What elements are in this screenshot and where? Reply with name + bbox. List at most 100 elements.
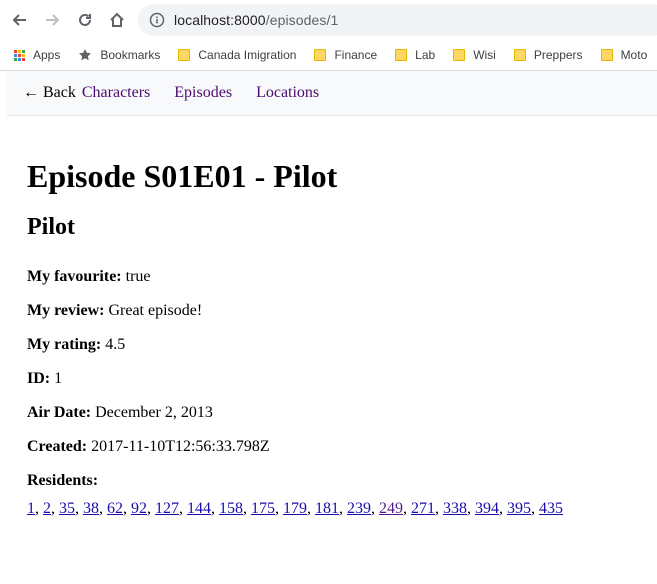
field-label: Residents: [27, 472, 99, 489]
bookmark-label: Canada Imigration [198, 48, 297, 62]
resident-separator: , [123, 500, 131, 517]
field-value: true [125, 268, 151, 285]
info-icon[interactable] [148, 11, 166, 29]
field-label: My review: [27, 302, 105, 319]
resident-separator: , [467, 500, 475, 517]
resident-link[interactable]: 127 [155, 500, 179, 517]
episode-name: Pilot [27, 214, 75, 240]
resident-link[interactable]: 1 [27, 500, 35, 517]
resident-separator: , [499, 500, 507, 517]
bookmark-folder-finance[interactable]: Finance [314, 48, 377, 62]
resident-link[interactable]: 2 [43, 500, 51, 517]
bookmark-label: Lab [415, 48, 436, 62]
bookmark-label: Finance [334, 48, 378, 62]
bookmark-folder-lab[interactable]: Lab [395, 48, 435, 62]
resident-link[interactable]: 62 [107, 500, 123, 517]
resident-separator: , [75, 500, 83, 517]
field-value: 1 [54, 370, 63, 387]
bookmark-label: Bookmarks [100, 48, 161, 62]
back-link[interactable]: ← Back [23, 84, 76, 102]
field-id: ID: 1 [27, 370, 62, 388]
home-icon[interactable] [105, 8, 129, 32]
url-path: /episodes/1 [265, 12, 339, 28]
field-value: 4.5 [105, 336, 126, 353]
resident-separator: , [179, 500, 187, 517]
field-value: 2017-11-10T12:56:33.798Z [91, 438, 270, 455]
resident-separator: , [307, 500, 315, 517]
field-value: December 2, 2013 [95, 404, 213, 421]
reload-icon[interactable] [73, 8, 97, 32]
field-air-date: Air Date: December 2, 2013 [27, 404, 213, 422]
folder-icon [600, 49, 613, 61]
resident-separator: , [243, 500, 251, 517]
residents-label: Residents: [27, 472, 98, 490]
bookmark-apps[interactable]: Apps [14, 48, 60, 62]
resident-link[interactable]: 338 [443, 500, 467, 517]
resident-link[interactable]: 92 [131, 500, 147, 517]
back-arrow-icon[interactable] [8, 8, 32, 32]
browser-chrome: localhost:8000/episodes/1 Apps Bookmarks… [0, 0, 657, 71]
bookmark-folder-canada-imigration[interactable]: Canada Imigration [178, 48, 296, 62]
bookmark-label: Preppers [533, 48, 583, 62]
folder-icon [513, 49, 526, 61]
resident-link[interactable]: 249 [379, 500, 403, 517]
bookmark-folder-wisi[interactable]: Wisi [453, 48, 496, 62]
field-created: Created: 2017-11-10T12:56:33.798Z [27, 438, 270, 456]
resident-link[interactable]: 181 [315, 500, 339, 517]
resident-link[interactable]: 144 [187, 500, 211, 517]
field-my-review: My review: Great episode! [27, 302, 202, 320]
resident-link[interactable]: 239 [347, 500, 371, 517]
forward-arrow-icon[interactable] [40, 8, 64, 32]
field-label: My rating: [27, 336, 102, 353]
bookmarks-bar: Apps Bookmarks Canada Imigration Finance… [0, 40, 657, 71]
bookmark-label: Moto [620, 48, 648, 62]
resident-separator: , [275, 500, 283, 517]
bookmark-folder-preppers[interactable]: Preppers [513, 48, 583, 62]
nav-link-locations[interactable]: Locations [256, 84, 319, 102]
resident-separator: , [371, 500, 379, 517]
url-host: localhost:8000 [174, 12, 266, 28]
apps-grid-icon [14, 49, 25, 61]
field-label: Created: [27, 438, 88, 455]
address-bar[interactable]: localhost:8000/episodes/1 [138, 4, 657, 36]
resident-link[interactable]: 38 [83, 500, 99, 517]
folder-icon [395, 49, 408, 61]
field-value: Great episode! [108, 302, 203, 319]
resident-separator: , [211, 500, 219, 517]
field-label: My favourite: [27, 268, 122, 285]
resident-separator: , [339, 500, 347, 517]
residents-list: 1, 2, 35, 38, 62, 92, 127, 144, 158, 175… [27, 500, 563, 518]
resident-link[interactable]: 35 [59, 500, 75, 517]
bookmark-folder-moto[interactable]: Moto [600, 48, 648, 62]
nav-link-episodes[interactable]: Episodes [174, 84, 232, 102]
field-my-favourite: My favourite: true [27, 268, 151, 286]
nav-link-characters[interactable]: Characters [82, 84, 150, 102]
star-icon [78, 48, 92, 62]
resident-separator: , [435, 500, 443, 517]
resident-link[interactable]: 158 [219, 500, 243, 517]
field-label: Air Date: [27, 404, 92, 421]
resident-separator: , [35, 500, 43, 517]
resident-link[interactable]: 395 [507, 500, 531, 517]
bookmark-label: Apps [33, 48, 61, 62]
resident-link[interactable]: 179 [283, 500, 307, 517]
resident-separator: , [99, 500, 107, 517]
resident-separator: , [531, 500, 539, 517]
field-my-rating: My rating: 4.5 [27, 336, 125, 354]
resident-link[interactable]: 435 [539, 500, 563, 517]
resident-link[interactable]: 271 [411, 500, 435, 517]
url-text[interactable]: localhost:8000/episodes/1 [174, 12, 338, 28]
folder-icon [178, 49, 191, 61]
page-title: Episode S01E01 - Pilot [27, 158, 338, 194]
folder-icon [453, 49, 466, 61]
app-navbar: ← Back Characters Episodes Locations [7, 71, 657, 116]
bookmark-bookmarks[interactable]: Bookmarks [78, 48, 160, 62]
resident-link[interactable]: 394 [475, 500, 499, 517]
resident-separator: , [51, 500, 59, 517]
resident-separator: , [403, 500, 411, 517]
field-label: ID: [27, 370, 51, 387]
resident-separator: , [147, 500, 155, 517]
browser-toolbar: localhost:8000/episodes/1 [0, 0, 657, 40]
resident-link[interactable]: 175 [251, 500, 275, 517]
bookmark-label: Wisi [473, 48, 496, 62]
